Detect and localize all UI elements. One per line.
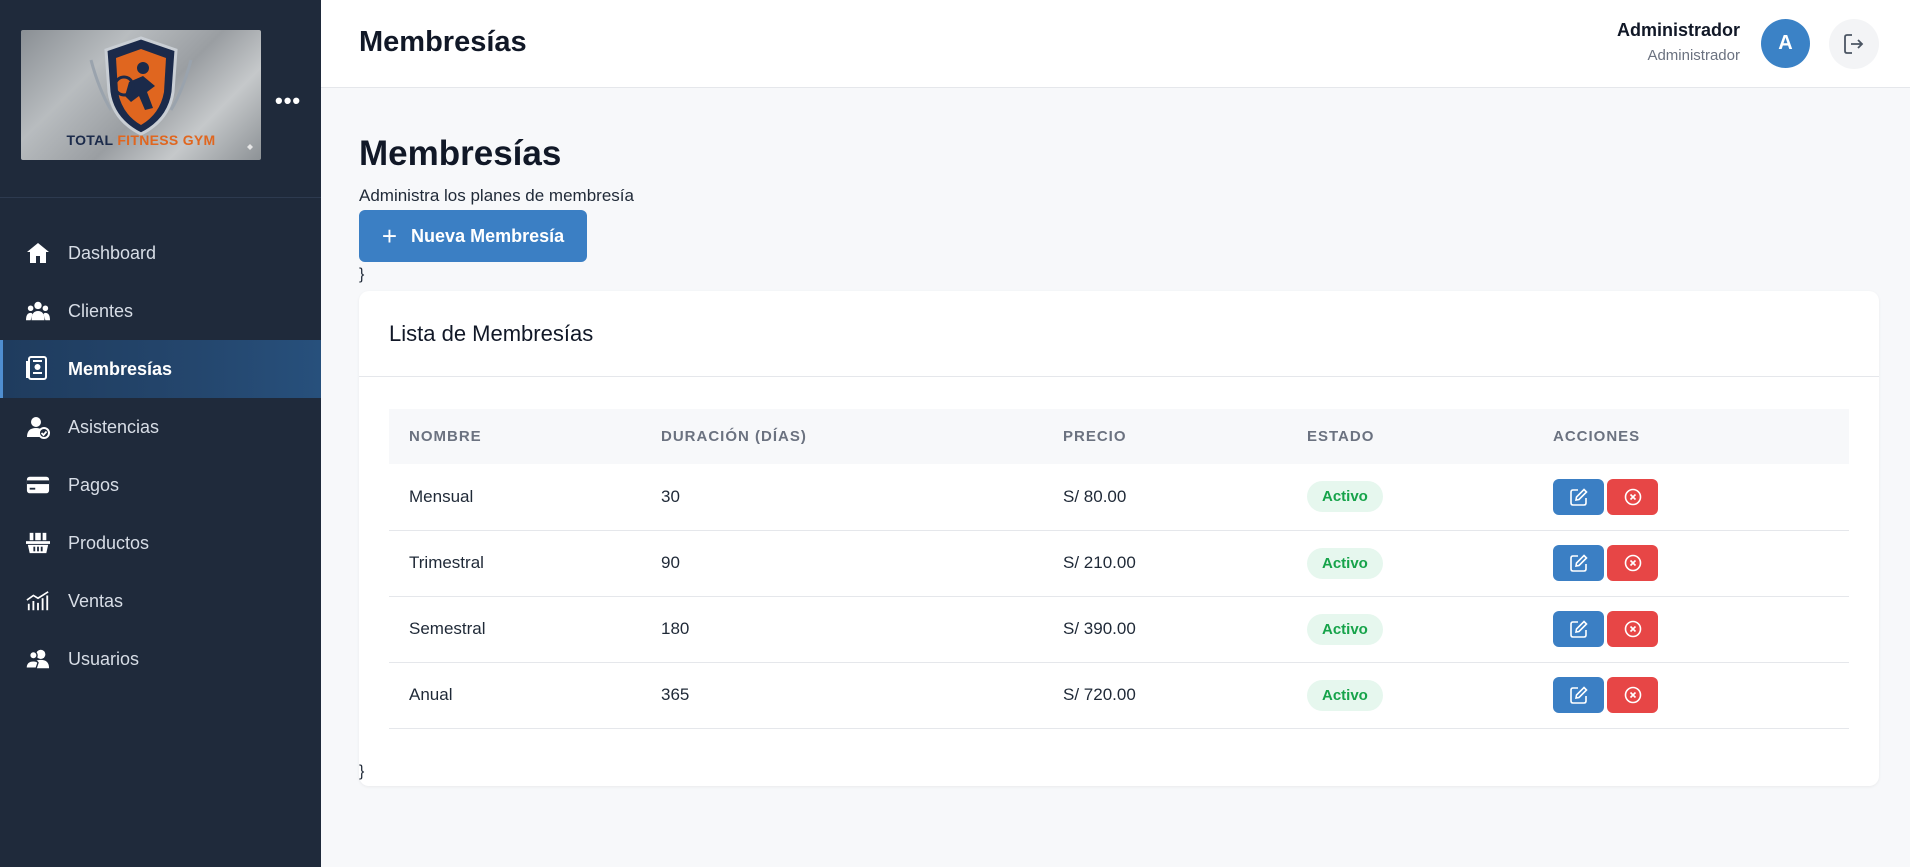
- close-circle-icon: [1624, 620, 1641, 638]
- edit-button[interactable]: [1553, 611, 1604, 647]
- user-info: Administrador Administrador: [1617, 20, 1740, 64]
- table-header-row: NOMBRE DURACIÓN (DÍAS) PRECIO ESTADO ACC…: [389, 409, 1849, 464]
- sidebar-item-label: Productos: [68, 532, 150, 553]
- logout-button[interactable]: [1829, 19, 1879, 69]
- cell-duracion: 180: [661, 619, 690, 638]
- cell-acciones: [1533, 596, 1849, 662]
- avatar[interactable]: A: [1761, 19, 1810, 68]
- sidebar-item-pagos[interactable]: Pagos: [0, 456, 321, 514]
- sidebar-nav: Dashboard Clientes Membresías Asistencia…: [0, 224, 321, 688]
- edit-button[interactable]: [1553, 478, 1604, 515]
- sidebar-item-label: Asistencias: [68, 416, 160, 437]
- user-name: Administrador: [1616, 20, 1740, 40]
- sidebar-item-membresias[interactable]: Membresías: [0, 340, 321, 398]
- sidebar-item-label: Dashboard: [68, 242, 157, 263]
- column-header-duracion: DURACIÓN (DÍAS): [661, 428, 807, 445]
- cell-estado: Activo: [1287, 662, 1533, 728]
- new-membership-label: Nueva Membresía: [411, 225, 565, 246]
- new-membership-button[interactable]: + Nueva Membresía: [359, 210, 587, 262]
- column-header-acciones: ACCIONES: [1553, 428, 1641, 445]
- sidebar-item-clientes[interactable]: Clientes: [0, 282, 321, 340]
- top-header: Membresías Administrador Administrador A: [321, 0, 1910, 88]
- stray-brace-bottom: }: [359, 763, 365, 780]
- cell-nombre: Semestral: [409, 619, 486, 638]
- close-circle-icon: [1624, 554, 1641, 572]
- sidebar: TOTAL FITNESS GYM ••• Dashboard Clientes…: [0, 0, 321, 867]
- delete-button[interactable]: [1607, 677, 1658, 713]
- cell-nombre: Mensual: [409, 486, 474, 506]
- user-check-icon: [26, 415, 50, 439]
- sidebar-item-dashboard[interactable]: Dashboard: [0, 224, 321, 282]
- cell-nombre: Trimestral: [409, 553, 484, 572]
- cell-nombre: Anual: [409, 685, 453, 704]
- cell-precio: S/ 720.00: [1063, 685, 1136, 704]
- cell-acciones: [1533, 662, 1849, 728]
- users-icon: [26, 647, 50, 671]
- cell-duracion: 30: [661, 486, 680, 506]
- page-subtitle: Administra los planes de membresía: [359, 186, 634, 205]
- delete-button[interactable]: [1607, 545, 1658, 581]
- membership-card-icon: [26, 356, 50, 381]
- basket-icon: [26, 531, 50, 555]
- cell-precio: S/ 80.00: [1063, 486, 1127, 506]
- cell-estado: Activo: [1287, 464, 1533, 530]
- close-circle-icon: [1624, 488, 1641, 506]
- sidebar-item-ventas[interactable]: Ventas: [0, 572, 321, 630]
- status-badge: Activo: [1307, 547, 1383, 579]
- status-badge: Activo: [1307, 613, 1383, 645]
- header-title: Membresías: [359, 26, 527, 58]
- card-title: Lista de Membresías: [389, 320, 594, 346]
- logo-text: TOTAL FITNESS GYM: [66, 132, 216, 148]
- more-options-icon[interactable]: •••: [275, 90, 300, 118]
- card-header: Lista de Membresías: [359, 291, 1879, 377]
- column-header-nombre: NOMBRE: [409, 428, 482, 445]
- sidebar-item-asistencias[interactable]: Asistencias: [0, 398, 321, 456]
- cell-acciones: [1533, 464, 1849, 530]
- plus-icon: +: [381, 221, 398, 251]
- status-badge: Activo: [1307, 679, 1383, 711]
- cell-estado: Activo: [1287, 530, 1533, 596]
- sidebar-item-label: Pagos: [68, 474, 120, 495]
- cell-estado: Activo: [1287, 596, 1533, 662]
- table-row: Semestral 180 S/ 390.00 Activo: [389, 596, 1849, 662]
- cell-duracion: 365: [661, 685, 690, 704]
- sidebar-item-usuarios[interactable]: Usuarios: [0, 630, 321, 688]
- close-circle-icon: [1624, 686, 1641, 704]
- chart-line-icon: [26, 589, 50, 613]
- delete-button[interactable]: [1607, 611, 1658, 647]
- credit-card-icon: [26, 473, 50, 497]
- edit-button[interactable]: [1553, 545, 1604, 581]
- table-row: Trimestral 90 S/ 210.00 Activo: [389, 530, 1849, 596]
- sidebar-item-label: Usuarios: [68, 648, 140, 669]
- sidebar-item-label: Ventas: [68, 590, 124, 611]
- sidebar-item-label: Membresías: [68, 358, 173, 379]
- edit-icon: [1569, 554, 1588, 572]
- status-badge: Activo: [1307, 481, 1383, 513]
- stray-brace-top: }: [359, 266, 365, 283]
- user-role: Administrador: [1647, 47, 1740, 64]
- delete-button[interactable]: [1607, 478, 1658, 515]
- sidebar-item-productos[interactable]: Productos: [0, 514, 321, 572]
- table-row: Mensual 30 S/ 80.00 Activo: [389, 464, 1849, 530]
- cell-precio: S/ 390.00: [1063, 619, 1136, 638]
- memberships-card: Lista de Membresías NOMBRE DURACIÓN (DÍA…: [359, 291, 1879, 786]
- home-icon: [26, 241, 50, 265]
- edit-button[interactable]: [1553, 677, 1604, 713]
- brand-area: TOTAL FITNESS GYM •••: [0, 0, 321, 198]
- memberships-table: NOMBRE DURACIÓN (DÍAS) PRECIO ESTADO ACC…: [389, 409, 1849, 729]
- logout-icon: [1844, 34, 1864, 54]
- gym-logo[interactable]: TOTAL FITNESS GYM: [21, 30, 261, 160]
- cell-precio: S/ 210.00: [1063, 553, 1136, 572]
- users-group-icon: [26, 299, 50, 323]
- page-title: Membresías: [359, 134, 562, 173]
- sidebar-item-label: Clientes: [68, 300, 134, 321]
- cell-duracion: 90: [661, 553, 680, 572]
- edit-icon: [1569, 686, 1588, 704]
- cell-acciones: [1533, 530, 1849, 596]
- edit-icon: [1569, 488, 1588, 506]
- column-header-estado: ESTADO: [1307, 428, 1375, 445]
- table-row: Anual 365 S/ 720.00 Activo: [389, 662, 1849, 728]
- edit-icon: [1569, 620, 1588, 638]
- column-header-precio: PRECIO: [1063, 428, 1127, 445]
